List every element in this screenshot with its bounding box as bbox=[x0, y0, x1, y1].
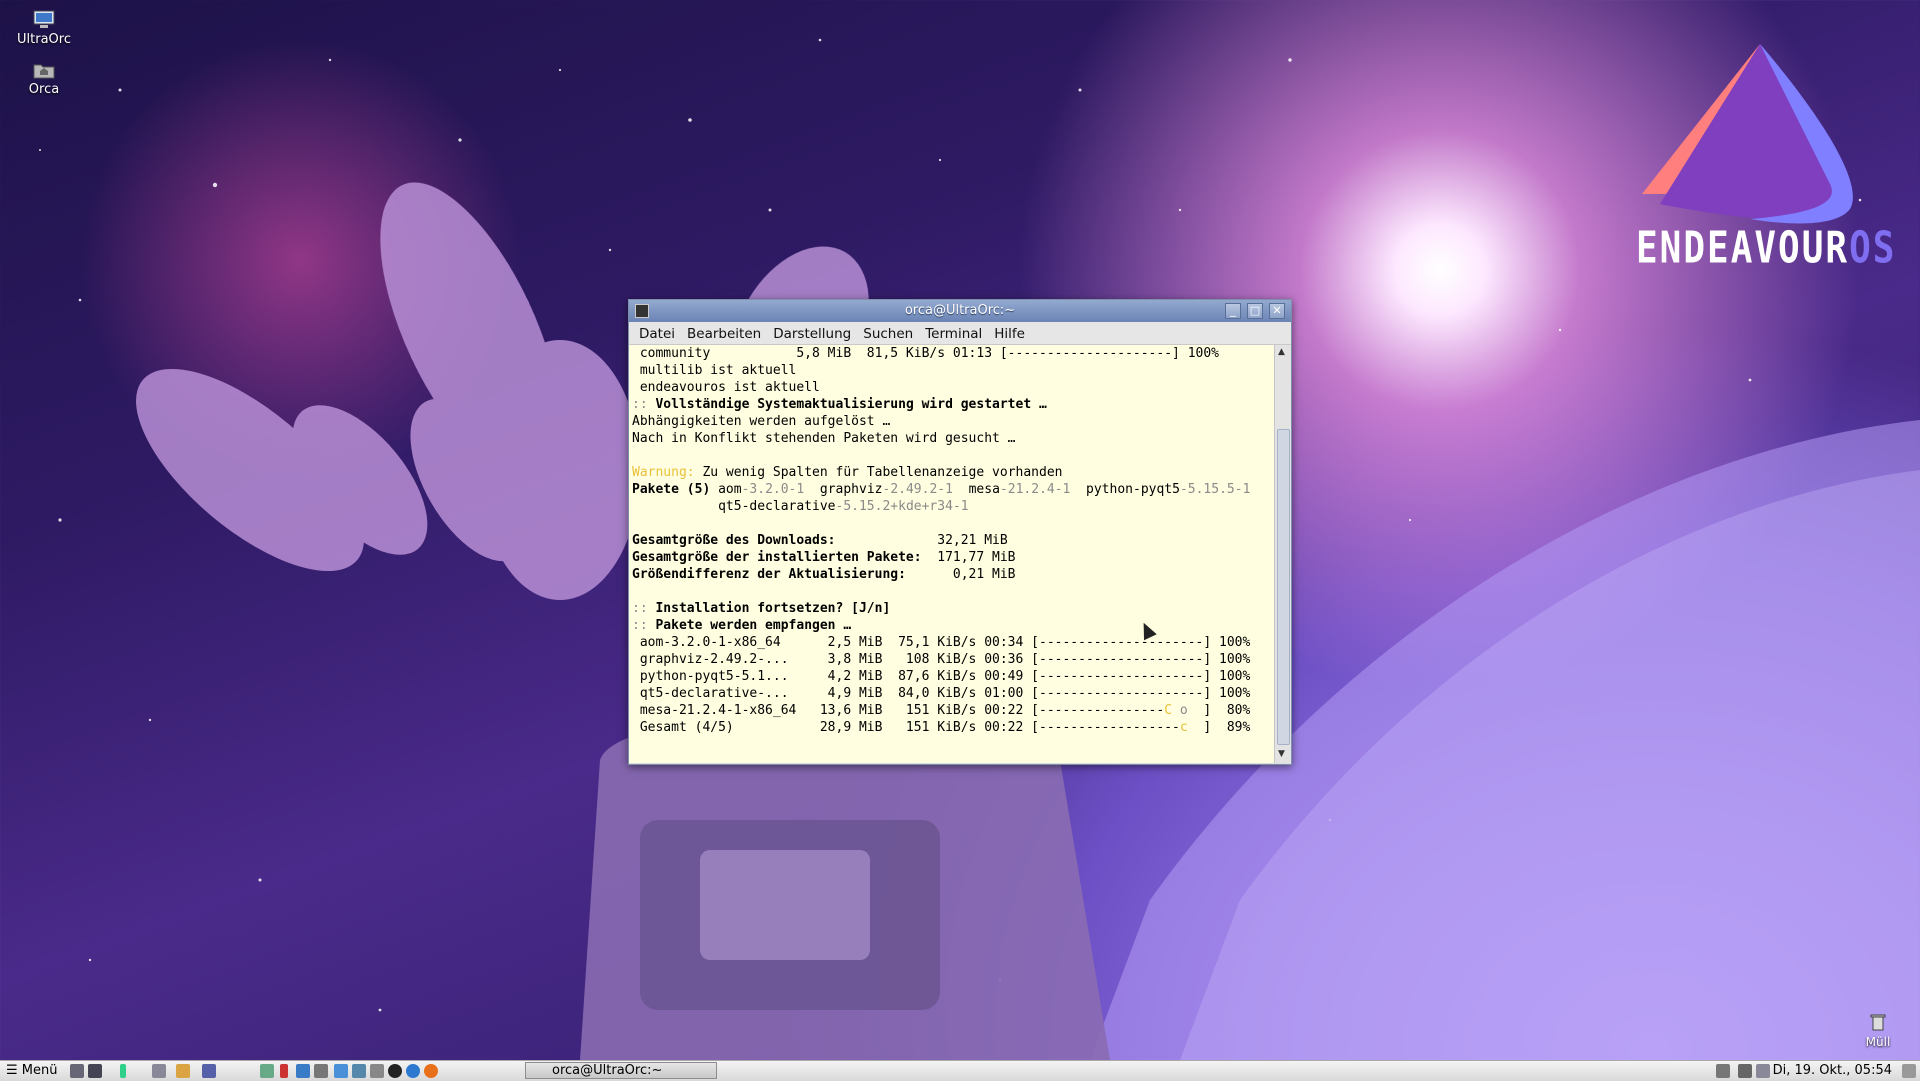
tray-network-icon[interactable] bbox=[1738, 1064, 1752, 1078]
trash-label: Müll bbox=[1865, 1035, 1891, 1049]
menu-suchen[interactable]: Suchen bbox=[857, 322, 919, 344]
launcher-chromium-icon[interactable] bbox=[406, 1064, 420, 1078]
terminal-line: :: Installation fortsetzen? [J/n] bbox=[632, 601, 891, 616]
maximize-button[interactable]: □ bbox=[1247, 303, 1263, 319]
tray-volume-icon[interactable] bbox=[1716, 1064, 1730, 1078]
terminal-line: multilib ist aktuell bbox=[632, 363, 797, 378]
menu-bearbeiten[interactable]: Bearbeiten bbox=[681, 322, 767, 344]
menu-datei[interactable]: Datei bbox=[633, 322, 681, 344]
show-desktop-icon[interactable] bbox=[1902, 1064, 1916, 1078]
terminal-line: qt5-declarative-... 4,9 MiB 84,0 KiB/s 0… bbox=[632, 686, 1251, 701]
menu-terminal[interactable]: Terminal bbox=[919, 322, 988, 344]
launcher-chat-icon[interactable] bbox=[352, 1064, 366, 1078]
scrollbar-thumb[interactable] bbox=[1277, 429, 1290, 745]
menubar: Datei Bearbeiten Darstellung Suchen Term… bbox=[629, 322, 1291, 345]
tray-battery-icon[interactable] bbox=[1756, 1064, 1770, 1078]
launcher-disk-icon[interactable] bbox=[370, 1064, 384, 1078]
terminal-line: Gesamt (4/5) 28,9 MiB 151 KiB/s 00:22 [-… bbox=[632, 720, 1251, 735]
taskbar-task-terminal[interactable]: orca@UltraOrc:~ bbox=[525, 1062, 717, 1079]
desktop-icon-ultraorc[interactable]: UltraOrc bbox=[9, 10, 79, 47]
menu-hilfe[interactable]: Hilfe bbox=[988, 322, 1031, 344]
terminal-line: :: Pakete werden empfangen … bbox=[632, 618, 852, 633]
terminal-line: python-pyqt5-5.1... 4,2 MiB 87,6 KiB/s 0… bbox=[632, 669, 1251, 684]
launcher-firefox-icon[interactable] bbox=[424, 1064, 438, 1078]
home-folder-icon bbox=[32, 60, 56, 80]
terminal-line: Größendifferenz der Aktualisierung: 0,21… bbox=[632, 567, 1016, 582]
window-titlebar[interactable]: orca@UltraOrc:~ _ □ ✕ bbox=[629, 300, 1291, 322]
start-menu-button[interactable]: ☰ Menü bbox=[2, 1063, 62, 1079]
desktop-icon-trash[interactable]: Müll bbox=[1858, 1012, 1898, 1049]
menu-darstellung[interactable]: Darstellung bbox=[767, 322, 857, 344]
launcher-terminal-icon[interactable] bbox=[88, 1064, 102, 1078]
terminal-line: Warnung: Zu wenig Spalten für Tabellenan… bbox=[632, 465, 1063, 480]
terminal-line: Gesamtgröße des Downloads: 32,21 MiB bbox=[632, 533, 1008, 548]
terminal-line: endeavouros ist aktuell bbox=[632, 380, 820, 395]
computer-icon bbox=[32, 10, 56, 30]
terminal-line: Nach in Konflikt stehenden Paketen wird … bbox=[632, 431, 1016, 446]
launcher-app-icon[interactable] bbox=[120, 1064, 126, 1078]
desktop-icon-orca[interactable]: Orca bbox=[9, 60, 79, 97]
window-title: orca@UltraOrc:~ bbox=[904, 303, 1016, 318]
menu-icon: ☰ bbox=[6, 1063, 22, 1078]
terminal-output[interactable]: community 5,8 MiB 81,5 KiB/s 01:13 [----… bbox=[629, 345, 1274, 763]
launcher-calculator-icon[interactable] bbox=[152, 1064, 166, 1078]
terminal-window[interactable]: orca@UltraOrc:~ _ □ ✕ Datei Bearbeiten D… bbox=[628, 299, 1292, 765]
launcher-mail-icon[interactable] bbox=[314, 1064, 328, 1078]
minimize-button[interactable]: _ bbox=[1225, 303, 1241, 319]
desktop-icon-label: Orca bbox=[28, 82, 60, 97]
launcher-red-icon[interactable] bbox=[280, 1064, 288, 1078]
trash-icon bbox=[1870, 1014, 1886, 1031]
terminal-line: Abhängigkeiten werden aufgelöst … bbox=[632, 414, 891, 429]
launcher-settings-icon[interactable] bbox=[202, 1064, 216, 1078]
scroll-down-icon[interactable]: ▼ bbox=[1278, 749, 1285, 759]
launcher-web-icon[interactable] bbox=[334, 1064, 348, 1078]
terminal-line: mesa-21.2.4-1-x86_64 13,6 MiB 151 KiB/s … bbox=[632, 703, 1251, 718]
terminal-line: aom-3.2.0-1-x86_64 2,5 MiB 75,1 KiB/s 00… bbox=[632, 635, 1251, 650]
endeavouros-wordmark: ENDEAVOUROS bbox=[1636, 223, 1897, 274]
launcher-editor-icon[interactable] bbox=[176, 1064, 190, 1078]
desktop-icon-label: UltraOrc bbox=[17, 32, 71, 47]
terminal-line: :: Vollständige Systemaktualisierung wir… bbox=[632, 397, 1047, 412]
launcher-globe-icon[interactable] bbox=[296, 1064, 310, 1078]
terminal-line: Pakete (5) aom-3.2.0-1 graphviz-2.49.2-1… bbox=[632, 482, 1251, 497]
scroll-up-icon[interactable]: ▲ bbox=[1278, 347, 1285, 357]
vertical-scrollbar[interactable]: ▲ ▼ bbox=[1274, 345, 1291, 763]
launcher-file-manager-icon[interactable] bbox=[70, 1064, 84, 1078]
terminal-line: graphviz-2.49.2-... 3,8 MiB 108 KiB/s 00… bbox=[632, 652, 1251, 667]
clock[interactable]: Di, 19. Okt., 05:54 bbox=[1773, 1063, 1892, 1079]
terminal-line: qt5-declarative-5.15.2+kde+r34-1 bbox=[632, 499, 969, 514]
launcher-network-icon[interactable] bbox=[260, 1064, 274, 1078]
terminal-line: community 5,8 MiB 81,5 KiB/s 01:13 [----… bbox=[632, 346, 1219, 361]
terminal-line: Gesamtgröße der installierten Pakete: 17… bbox=[632, 550, 1016, 565]
taskbar: ☰ Menü orca@UltraOrc:~ Di, 19. Okt., 05:… bbox=[0, 1060, 1920, 1081]
close-button[interactable]: ✕ bbox=[1269, 303, 1285, 319]
launcher-steam-icon[interactable] bbox=[388, 1064, 402, 1078]
